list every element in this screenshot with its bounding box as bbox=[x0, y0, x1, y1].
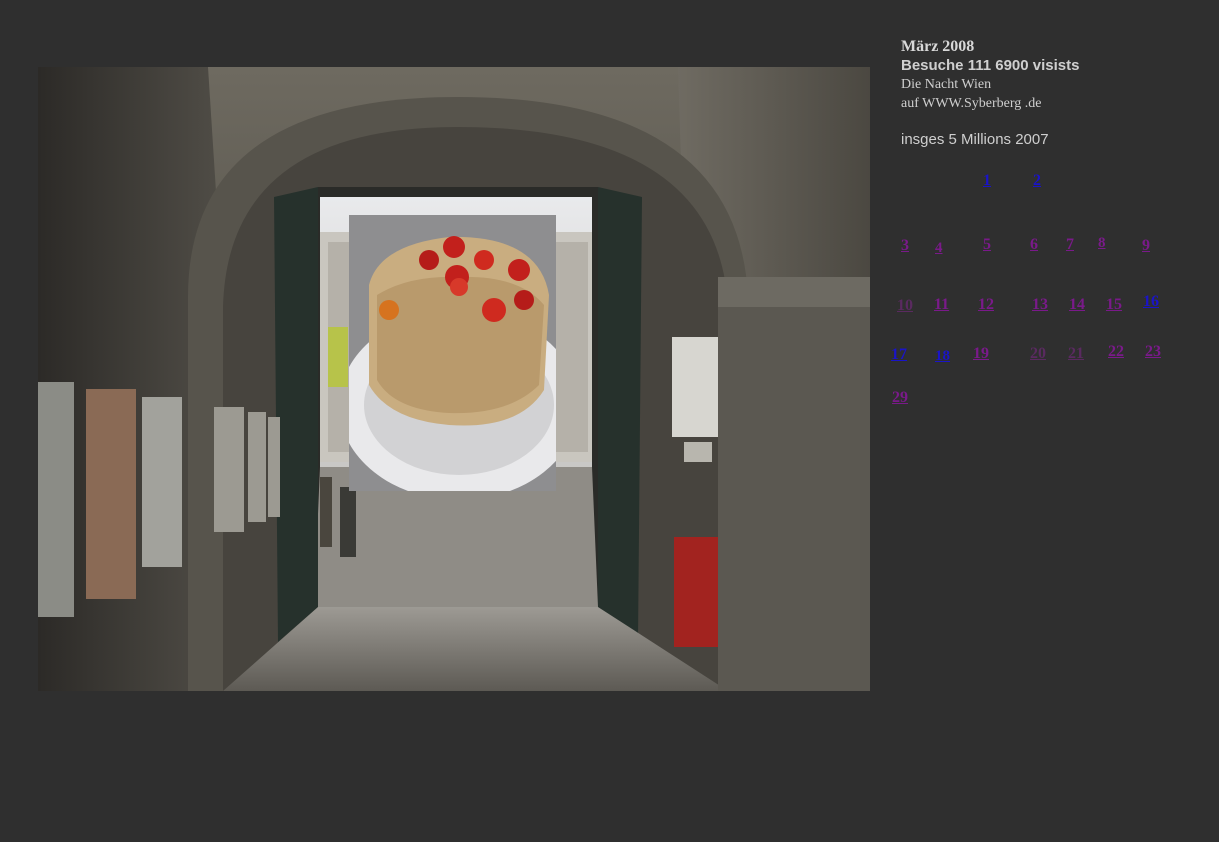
cake-photo bbox=[349, 215, 556, 491]
day-link-17[interactable]: 17 bbox=[891, 346, 907, 364]
main-photo bbox=[38, 67, 870, 691]
day-link-13[interactable]: 13 bbox=[1032, 296, 1048, 314]
day-link-22[interactable]: 22 bbox=[1108, 343, 1124, 361]
cake-image bbox=[349, 215, 556, 491]
day-link-23[interactable]: 23 bbox=[1145, 343, 1161, 361]
day-link-6[interactable]: 6 bbox=[1030, 236, 1038, 254]
day-link-9[interactable]: 9 bbox=[1142, 237, 1150, 255]
day-link-4[interactable]: 4 bbox=[935, 239, 943, 257]
day-link-20[interactable]: 20 bbox=[1030, 345, 1046, 363]
subtitle-line: Die Nacht Wien bbox=[901, 77, 992, 92]
day-link-8[interactable]: 8 bbox=[1098, 234, 1106, 252]
day-link-21[interactable]: 21 bbox=[1068, 345, 1084, 363]
info-panel: März 2008 Besuche 111 6900 visists Die N… bbox=[901, 38, 1201, 149]
day-link-5[interactable]: 5 bbox=[983, 236, 991, 254]
day-link-18[interactable]: 18 bbox=[935, 347, 950, 365]
day-link-14[interactable]: 14 bbox=[1069, 296, 1085, 314]
day-link-15[interactable]: 15 bbox=[1106, 296, 1122, 314]
day-link-1[interactable]: 1 bbox=[983, 172, 991, 190]
day-link-29[interactable]: 29 bbox=[892, 389, 908, 407]
day-link-2[interactable]: 2 bbox=[1033, 172, 1041, 190]
day-link-16[interactable]: 16 bbox=[1143, 293, 1159, 311]
day-link-19[interactable]: 19 bbox=[973, 345, 989, 363]
day-link-12[interactable]: 12 bbox=[978, 296, 994, 314]
visits-count: Besuche 111 6900 visists bbox=[901, 57, 1080, 74]
website-line: auf WWW.Syberberg .de bbox=[901, 96, 1042, 111]
day-link-11[interactable]: 11 bbox=[934, 296, 949, 314]
day-link-7[interactable]: 7 bbox=[1066, 236, 1074, 254]
total-visits: insges 5 Millions 2007 bbox=[901, 131, 1049, 148]
day-link-3[interactable]: 3 bbox=[901, 237, 909, 255]
day-link-10[interactable]: 10 bbox=[897, 297, 913, 315]
page-title: März 2008 bbox=[901, 38, 975, 55]
